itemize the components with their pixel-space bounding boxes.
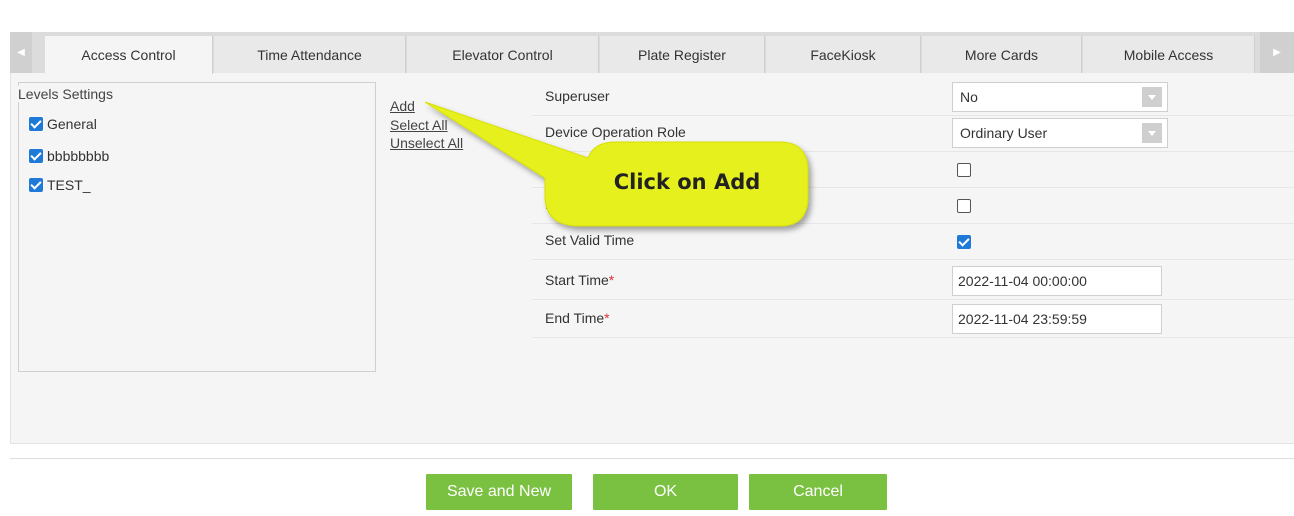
start-time-input[interactable]: 2022-11-04 00:00:00 <box>952 266 1162 296</box>
chevron-down-icon[interactable] <box>1142 87 1162 107</box>
tab-scroll-right-icon[interactable]: ▶ <box>1260 32 1294 73</box>
save-and-new-button[interactable]: Save and New <box>426 474 572 510</box>
end-time-text: End Time <box>545 310 605 326</box>
checkbox-checked-icon[interactable] <box>29 117 43 131</box>
level-item-test[interactable]: TEST_ <box>29 177 91 193</box>
start-time-row: Start Time* 2022-11-04 00:00:00 <box>532 264 1294 300</box>
select-all-link[interactable]: Select All <box>390 117 448 133</box>
tab-label: Mobile Access <box>1123 46 1214 63</box>
tab-label: FaceKiosk <box>810 46 876 63</box>
set-valid-time-row: Set Valid Time <box>532 224 1294 260</box>
device-role-value: Ordinary User <box>960 125 1048 141</box>
tab-bar: ◀ Access Control Time Attendance Elevato… <box>10 32 1294 74</box>
checkbox-checked-icon[interactable] <box>29 149 43 163</box>
tab-elevator-control[interactable]: Elevator Control <box>407 36 599 73</box>
end-time-value: 2022-11-04 23:59:59 <box>958 311 1087 327</box>
tab-more-cards[interactable]: More Cards <box>922 36 1082 73</box>
superuser-label: Superuser <box>545 88 610 104</box>
tab-time-attendance[interactable]: Time Attendance <box>214 36 406 73</box>
tab-plate-register[interactable]: Plate Register <box>600 36 765 73</box>
level-label: bbbbbbbb <box>47 148 110 164</box>
chevron-down-icon[interactable] <box>1142 123 1162 143</box>
tab-mobile-access[interactable]: Mobile Access <box>1083 36 1255 73</box>
tab-facekiosk[interactable]: FaceKiosk <box>766 36 921 73</box>
end-time-label: End Time* <box>545 310 610 326</box>
tab-label: Plate Register <box>638 46 726 63</box>
level-label: General <box>47 116 97 132</box>
tab-access-control[interactable]: Access Control <box>45 36 213 74</box>
tab-label: Elevator Control <box>452 46 553 63</box>
unselect-all-link[interactable]: Unselect All <box>390 135 463 151</box>
level-label: TEST_ <box>47 177 91 193</box>
level-item-bbbbbbbb[interactable]: bbbbbbbb <box>29 148 109 164</box>
end-time-row: End Time* 2022-11-04 23:59:59 <box>532 302 1294 338</box>
start-time-label: Start Time* <box>545 272 614 288</box>
partial-label: D <box>545 196 556 212</box>
superuser-select[interactable]: No <box>952 82 1168 112</box>
callout-text: Click on Add <box>613 170 761 194</box>
start-time-text: Start Time <box>545 272 609 288</box>
device-role-select[interactable]: Ordinary User <box>952 118 1168 148</box>
device-role-row: Device Operation Role Ordinary User <box>532 116 1294 152</box>
footer-divider <box>10 458 1294 459</box>
checkbox-unchecked-icon[interactable] <box>957 163 971 177</box>
superuser-row: Superuser No <box>532 80 1294 116</box>
device-role-label: Device Operation Role <box>545 124 686 140</box>
add-link[interactable]: Add <box>390 98 415 114</box>
cancel-button[interactable]: Cancel <box>749 474 887 510</box>
checkbox-checked-icon[interactable] <box>957 235 971 249</box>
tab-label: Time Attendance <box>257 46 362 63</box>
checkbox-checked-icon[interactable] <box>29 178 43 192</box>
checkbox-unchecked-icon[interactable] <box>957 199 971 213</box>
level-item-general[interactable]: General <box>29 116 97 132</box>
required-mark: * <box>604 310 610 326</box>
start-time-value: 2022-11-04 00:00:00 <box>958 273 1087 289</box>
tab-scroll-left-icon[interactable]: ◀ <box>10 32 32 73</box>
tab-label: More Cards <box>964 46 1039 63</box>
end-time-input[interactable]: 2022-11-04 23:59:59 <box>952 304 1162 334</box>
superuser-value: No <box>960 89 978 105</box>
set-valid-time-label: Set Valid Time <box>545 232 635 248</box>
tab-label: Access Control <box>81 47 176 63</box>
required-mark: * <box>608 272 615 288</box>
ok-button[interactable]: OK <box>593 474 738 510</box>
levels-settings-legend: Levels Settings <box>18 86 119 102</box>
